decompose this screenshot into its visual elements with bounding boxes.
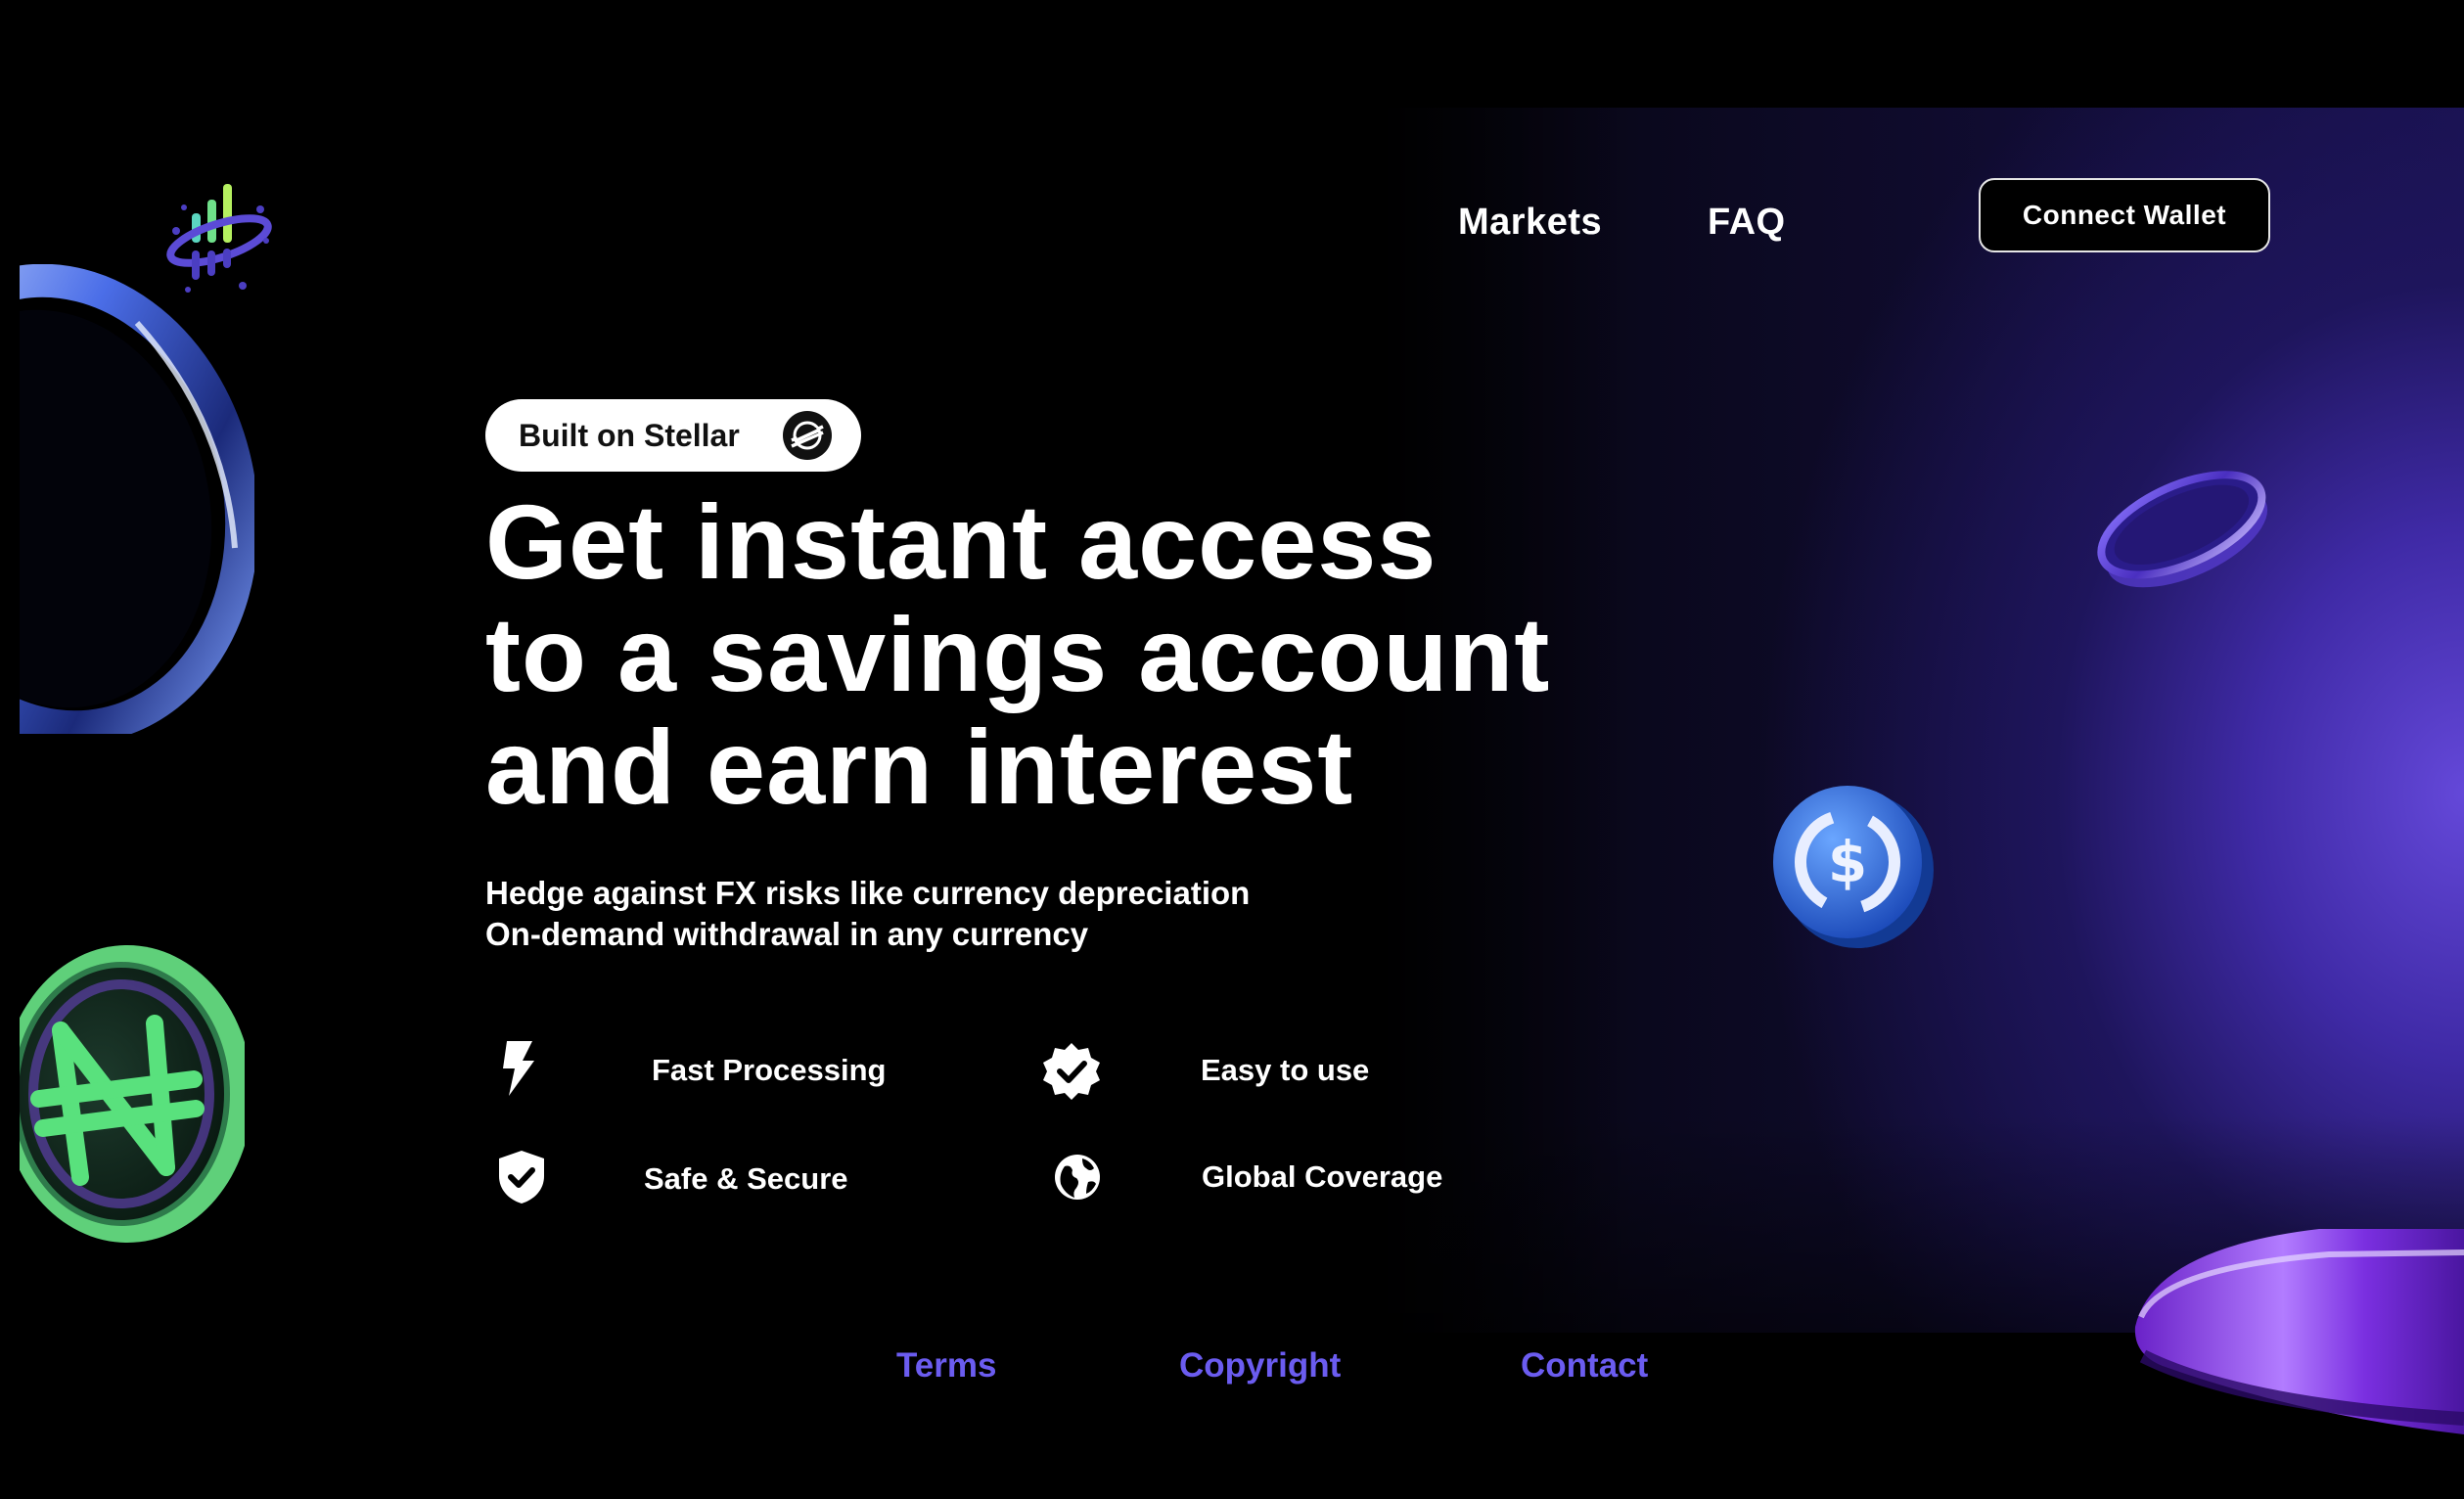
feature-safe-secure: Safe & Secure [644,1161,848,1196]
nav-markets-link[interactable]: Markets [1458,202,1602,244]
footer-terms-link[interactable]: Terms [896,1346,996,1385]
subtitle-line-2: On-demand withdrawal in any currency [485,916,1089,952]
headline-line-3: and earn interest [485,707,1354,826]
headline-line-1: Get instant access [485,482,1437,601]
landing-page: $ Markets FAQ Connect Wallet Built on St… [0,0,2464,1499]
hero-headline: Get instant access to a savings account … [485,485,1550,823]
glass-ring-decoration [20,264,254,734]
shield-check-icon [499,1151,544,1204]
feature-global-coverage: Global Coverage [1202,1159,1443,1194]
badge-label: Built on Stellar [519,417,740,453]
feature-easy-to-use: Easy to use [1201,1053,1370,1087]
headline-line-2: to a savings account [485,595,1551,713]
svg-text:$: $ [1828,829,1867,895]
feature-fast-processing: Fast Processing [652,1053,887,1087]
hero-subtitle: Hedge against FX risks like currency dep… [485,873,1250,955]
brand-logo-icon[interactable] [164,172,280,299]
stellar-logo-icon [783,411,832,460]
lightning-icon [503,1041,534,1096]
connect-wallet-button[interactable]: Connect Wallet [1979,178,2270,252]
subtitle-line-1: Hedge against FX risks like currency dep… [485,875,1251,911]
nav-faq-link[interactable]: FAQ [1708,202,1786,244]
footer-copyright-link[interactable]: Copyright [1179,1346,1341,1385]
naira-coin-decoration [20,945,245,1243]
glass-disc-decoration [2097,471,2268,588]
globe-icon [1055,1155,1100,1200]
footer-contact-link[interactable]: Contact [1521,1346,1648,1385]
usdc-coin-decoration: $ [1773,786,1934,948]
built-on-stellar-badge: Built on Stellar [485,399,861,472]
purple-disc-decoration [2134,1229,2464,1434]
verified-badge-icon [1043,1043,1100,1100]
